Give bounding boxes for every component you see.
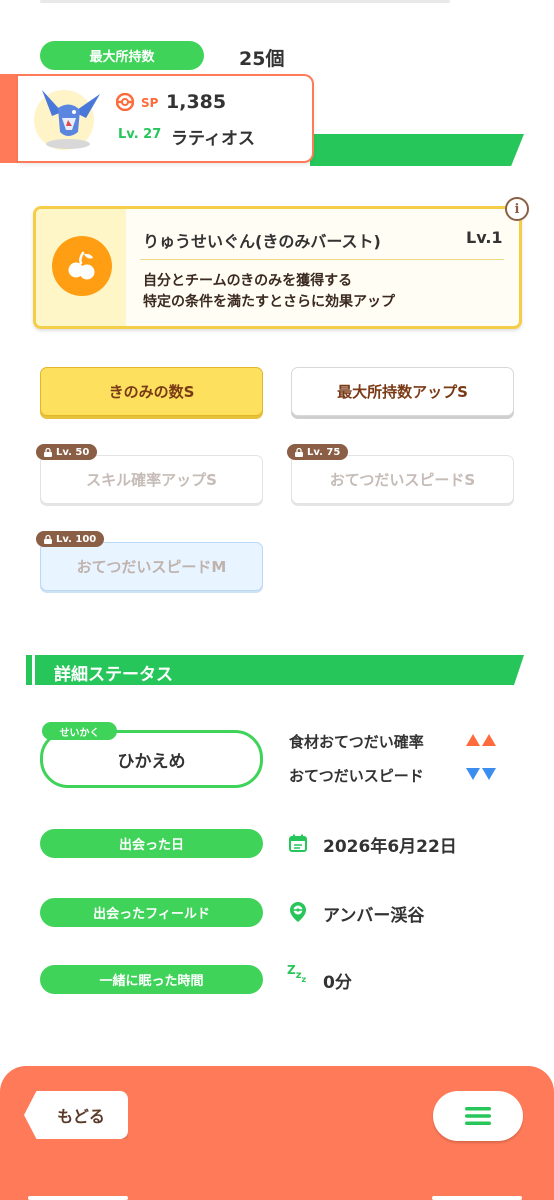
back-button[interactable]: もどる — [24, 1091, 128, 1139]
calendar-icon — [288, 833, 308, 853]
met-date-label: 出会った日 — [40, 829, 263, 858]
sleep-time-value: 0分 — [323, 973, 352, 993]
met-date-value: 2026年6月22日 — [323, 837, 457, 857]
nature-up-label: 食材おてつだい確率 — [289, 733, 424, 751]
pokemon-level: Lv. 27 — [118, 127, 162, 142]
lock-icon — [44, 447, 52, 457]
menu-button[interactable] — [433, 1091, 523, 1141]
max-storage-label: 最大所持数 — [40, 41, 204, 70]
skill-desc-line1: 自分とチームのきのみを獲得する — [143, 273, 353, 289]
sp-value: 1,385 — [166, 91, 227, 113]
card-side-accent — [0, 74, 18, 163]
top-divider — [40, 0, 450, 3]
header-accent-bar — [310, 134, 524, 166]
detail-section-title: 詳細ステータス — [54, 665, 173, 685]
upgrade-berry-count-s-button[interactable]: きのみの数S — [40, 367, 263, 416]
berry-icon — [52, 236, 112, 296]
header-stripe-gap — [32, 655, 35, 685]
lock-level-label: Lv. 50 — [56, 446, 90, 458]
upgrade-max-storage-s-button[interactable]: 最大所持数アップS — [291, 367, 514, 416]
sp-label: SP — [141, 96, 159, 110]
location-pin-icon — [288, 901, 308, 923]
met-field-label: 出会ったフィールド — [40, 898, 263, 927]
lock-level-label: Lv. 75 — [307, 446, 341, 458]
upgrade-helping-speed-s-button[interactable]: おてつだいスピードS — [291, 455, 514, 504]
max-storage-value: 25個 — [239, 48, 285, 70]
skill-divider — [140, 259, 504, 260]
pokemon-name: ラティオス — [171, 129, 255, 149]
bottom-strip-right — [432, 1196, 522, 1200]
pokemon-sprite-icon — [28, 82, 108, 154]
met-field-value: アンバー渓谷 — [323, 906, 425, 926]
lock-badge-lv75: Lv. 75 — [287, 444, 349, 460]
lock-badge-lv100: Lv. 100 — [36, 531, 105, 547]
nature-down-icon — [466, 768, 496, 780]
sp-icon — [115, 92, 135, 112]
skill-name: りゅうせいぐん(きのみバースト) — [143, 232, 381, 251]
sleep-time-label: 一緒に眠った時間 — [40, 965, 263, 994]
nature-tag: せいかく — [42, 722, 117, 740]
bottom-strip-left — [28, 1196, 128, 1200]
upgrade-helping-speed-m-button[interactable]: おてつだいスピードM — [40, 542, 263, 591]
info-icon[interactable]: i — [505, 197, 529, 221]
lock-icon — [44, 534, 52, 544]
lock-icon — [295, 447, 303, 457]
sleep-zzz-icon: Zzz — [287, 963, 307, 984]
skill-desc-line2: 特定の条件を満たすとさらに効果アップ — [143, 294, 395, 310]
nature-down-label: おてつだいスピード — [289, 767, 424, 785]
upgrade-skill-rate-s-button[interactable]: スキル確率アップS — [40, 455, 263, 504]
skill-level: Lv.1 — [466, 228, 503, 247]
nature-up-icon — [466, 734, 496, 746]
lock-level-label: Lv. 100 — [56, 533, 97, 545]
lock-badge-lv50: Lv. 50 — [36, 444, 98, 460]
hamburger-menu-icon — [465, 1107, 491, 1125]
